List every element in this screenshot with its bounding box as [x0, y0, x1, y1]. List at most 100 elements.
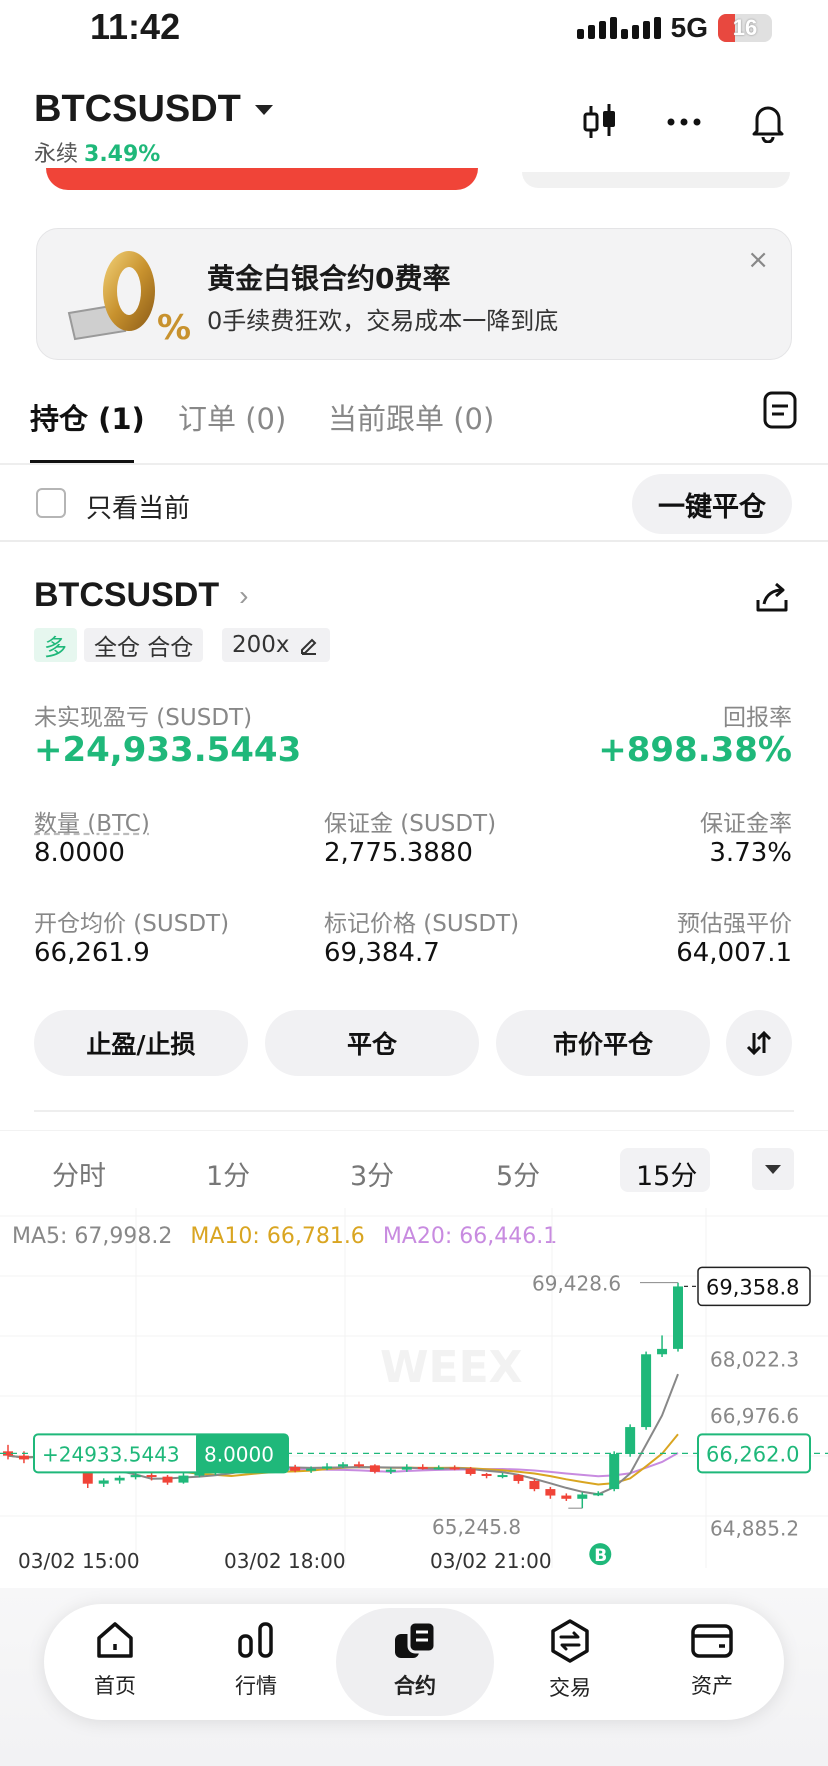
candlestick-icon[interactable] — [578, 100, 622, 144]
nav-trade-label: 交易 — [549, 1676, 591, 1700]
interval-dropdown[interactable] — [752, 1148, 794, 1190]
candle-body — [497, 1475, 508, 1478]
reverse-position-button[interactable] — [726, 1010, 792, 1076]
leverage-badge[interactable]: 200x — [222, 628, 330, 662]
nav-assets[interactable]: 资产 — [652, 1618, 772, 1700]
nav-futures[interactable]: 合约 — [355, 1618, 475, 1700]
svg-text:%: % — [157, 308, 191, 348]
card-edge — [522, 172, 790, 188]
status-indicators: 5G 16 — [576, 12, 772, 44]
close-all-button[interactable]: 一键平仓 — [632, 474, 792, 534]
y-tick-label: 66,976.6 — [710, 1404, 799, 1428]
nav-trade[interactable]: 交易 — [510, 1618, 630, 1702]
nav-home-label: 首页 — [94, 1674, 136, 1698]
position-symbol-name: BTCSUSDT — [34, 576, 220, 614]
bell-icon[interactable] — [746, 100, 790, 144]
contract-info: 永续 3.49% — [34, 136, 160, 168]
more-icon[interactable] — [662, 100, 706, 144]
candle-body — [18, 1455, 29, 1460]
close-icon[interactable]: × — [747, 245, 769, 275]
leverage-value: 200x — [232, 632, 290, 658]
tab-positions[interactable]: 持仓 (1) — [30, 396, 145, 438]
y-tick-label: 64,885.2 — [710, 1517, 799, 1541]
chevron-right-icon: › — [239, 579, 249, 611]
interval-tab-3m[interactable]: 3分 — [350, 1154, 394, 1193]
mark-price-label: 标记价格 (SUSDT) — [324, 911, 520, 937]
contract-type: 永续 — [34, 142, 79, 167]
candle-body — [385, 1469, 396, 1472]
margin-label: 保证金 (SUSDT) — [324, 811, 497, 837]
futures-icon — [395, 1620, 437, 1658]
change-percent: 3.49% — [84, 142, 161, 167]
symbol-name: BTCSUSDT — [34, 88, 241, 130]
buy-marker-text: B — [594, 1546, 607, 1566]
margin-value: 2,775.3880 — [324, 838, 473, 868]
divider — [0, 540, 828, 542]
interval-tab-line[interactable]: 分时 — [52, 1154, 106, 1193]
candle-body — [609, 1454, 620, 1490]
x-tick-label: 03/02 21:00 — [430, 1549, 552, 1573]
margin-ratio-value: 3.73% — [709, 838, 792, 868]
unrealized-pnl-label: 未实现盈亏 (SUSDT) — [34, 705, 253, 731]
last-price-text: 69,358.8 — [706, 1275, 800, 1299]
order-history-icon[interactable] — [762, 390, 798, 434]
interval-tab-1m[interactable]: 1分 — [206, 1154, 250, 1193]
tp-sl-button[interactable]: 止盈/止损 — [34, 1010, 248, 1076]
candle-body — [449, 1467, 460, 1470]
divider — [34, 1110, 794, 1112]
status-time: 11:42 — [90, 6, 181, 47]
candle-body — [593, 1493, 604, 1496]
candle-body — [353, 1464, 364, 1467]
candle-body — [513, 1475, 524, 1481]
x-tick-label: 03/02 15:00 — [18, 1549, 140, 1573]
only-current-checkbox[interactable] — [36, 488, 66, 518]
candle-body — [98, 1480, 109, 1484]
margin-mode-badge: 全仓 合仓 — [84, 628, 204, 662]
entry-price-label: 开仓均价 (SUSDT) — [34, 911, 230, 937]
promo-banner[interactable]: % 黄金白银合约0费率 0手续费狂欢，交易成本一降到底 × — [36, 228, 792, 360]
divider — [0, 1130, 828, 1131]
candle-body — [338, 1464, 348, 1467]
banner-subtitle: 0手续费狂欢，交易成本一降到底 — [207, 307, 559, 335]
tab-copy-trades[interactable]: 当前跟单 (0) — [328, 396, 494, 438]
roe-value: +898.38% — [598, 730, 792, 770]
share-icon[interactable] — [752, 580, 792, 620]
markets-icon — [238, 1622, 273, 1658]
divider — [0, 463, 828, 465]
close-position-button[interactable]: 平仓 — [265, 1010, 479, 1076]
interval-tab-15m[interactable]: 15分 — [636, 1154, 697, 1193]
battery-icon: 16 — [718, 14, 772, 42]
sell-button-edge[interactable] — [46, 168, 478, 190]
kline-chart[interactable]: WEEX +24933.5443 8.0000 66,262.0 69,358.8 69… — [0, 1208, 828, 1588]
candle-body — [545, 1489, 556, 1496]
candle-body — [401, 1466, 412, 1470]
candle-body — [465, 1468, 476, 1474]
candle-body — [130, 1475, 141, 1478]
high-price-text: 69,428.6 — [532, 1272, 621, 1296]
candle-body — [657, 1348, 668, 1355]
position-symbol[interactable]: BTCSUSDT › — [34, 576, 248, 615]
nav-markets[interactable]: 行情 — [196, 1618, 316, 1700]
nav-assets-label: 资产 — [691, 1674, 733, 1698]
interval-tab-5m[interactable]: 5分 — [496, 1154, 540, 1193]
candle-body — [369, 1465, 380, 1472]
bottom-nav: 首页 行情 合约 交易 资产 — [44, 1604, 784, 1720]
candle-body — [114, 1477, 125, 1481]
market-close-button[interactable]: 市价平仓 — [496, 1010, 710, 1076]
entry-price-value: 66,261.9 — [34, 938, 150, 968]
tab-orders[interactable]: 订单 (0) — [178, 396, 286, 438]
caret-down-icon — [765, 1164, 781, 1174]
caret-down-icon — [254, 104, 273, 115]
candle-body — [162, 1476, 173, 1483]
candle-body — [481, 1473, 492, 1476]
home-icon — [97, 1622, 133, 1658]
nav-home[interactable]: 首页 — [55, 1618, 175, 1700]
candle-body — [625, 1427, 636, 1455]
candle-body — [290, 1466, 301, 1471]
unrealized-pnl-value: +24,933.5443 — [34, 730, 302, 770]
gold-zero-percent-icon: % — [67, 251, 191, 348]
symbol-selector[interactable]: BTCSUSDT — [34, 88, 273, 131]
y-tick-label: 68,022.3 — [710, 1347, 799, 1371]
candle-body — [146, 1475, 157, 1478]
position-pnl-text: +24933.5443 — [42, 1442, 180, 1466]
